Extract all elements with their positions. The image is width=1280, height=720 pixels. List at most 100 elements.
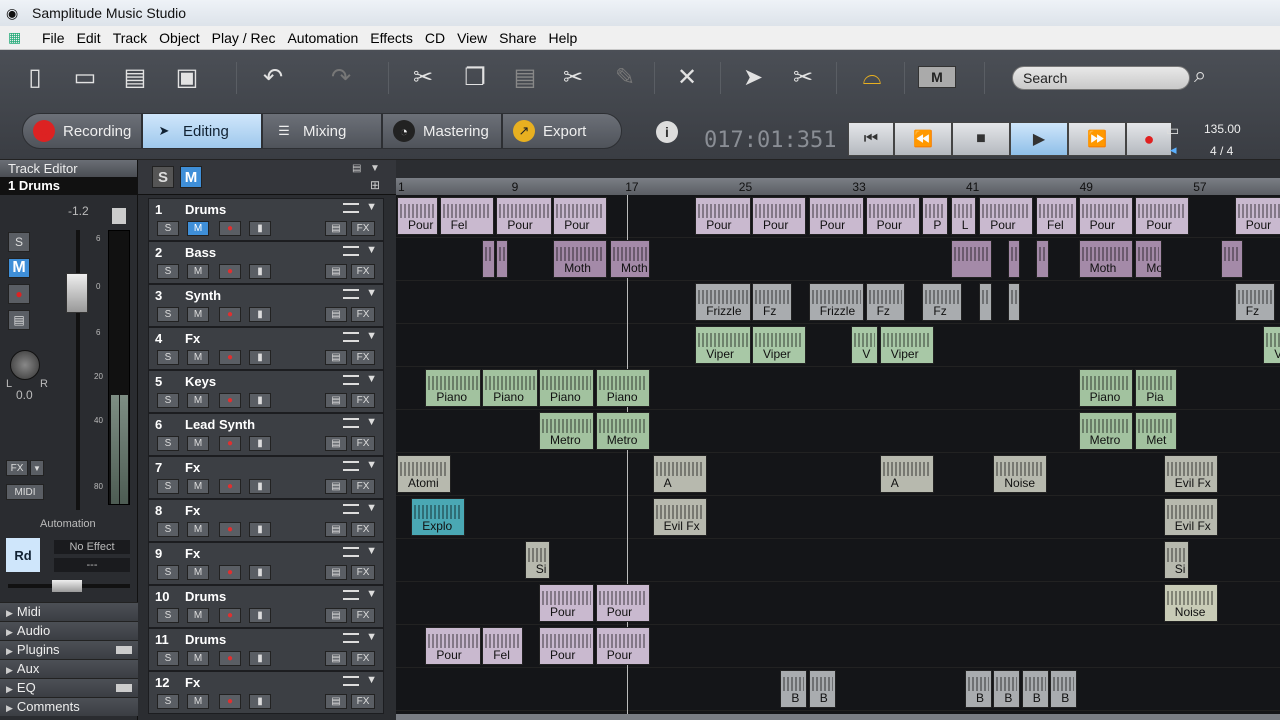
audio-clip[interactable]: Fel	[1036, 197, 1078, 235]
audio-clip[interactable]	[1036, 240, 1049, 278]
pan-knob[interactable]	[10, 350, 40, 380]
track-solo-button[interactable]: S	[157, 221, 179, 236]
track-menu-icon[interactable]: ▼	[366, 502, 377, 514]
track-solo-button[interactable]: S	[157, 479, 179, 494]
undo-icon[interactable]: ↶	[256, 60, 290, 94]
track-record-icon[interactable]: ●	[219, 651, 241, 666]
audio-clip[interactable]: A	[879, 455, 934, 493]
menu-edit[interactable]: Edit	[71, 27, 107, 49]
track-record-icon[interactable]: ●	[219, 565, 241, 580]
track-monitor-icon[interactable]: ▮	[249, 565, 271, 580]
track-mute-button[interactable]: M	[187, 393, 209, 408]
section-aux[interactable]: ▶ Aux	[0, 659, 138, 678]
split-icon[interactable]: ✂	[556, 60, 590, 94]
mute-button[interactable]: M	[8, 258, 30, 278]
audio-clip[interactable]: Evil Fx	[1163, 455, 1218, 493]
effect-slot-1[interactable]: No Effect	[54, 540, 130, 554]
section-comments[interactable]: ▶ Comments	[0, 697, 138, 716]
track-solo-button[interactable]: S	[157, 436, 179, 451]
audio-clip[interactable]	[979, 283, 992, 321]
track-menu-icon[interactable]: ▼	[366, 459, 377, 471]
track-record-icon[interactable]: ●	[219, 350, 241, 365]
pointer-tool-icon[interactable]: ➤	[736, 60, 770, 94]
track-fx-button[interactable]: FX	[351, 436, 375, 451]
track-lock-icon[interactable]: ▤	[325, 307, 347, 322]
track-mute-button[interactable]: M	[187, 221, 209, 236]
menu-object[interactable]: Object	[153, 27, 205, 49]
track-lane[interactable]	[396, 625, 1280, 668]
track-row[interactable]: 8 Fx ▼ S M ● ▮ ▤ FX	[148, 499, 384, 542]
track-name[interactable]: Lead Synth	[185, 417, 255, 432]
track-row[interactable]: 4 Fx ▼ S M ● ▮ ▤ FX	[148, 327, 384, 370]
audio-clip[interactable]: Pour	[752, 197, 806, 235]
volume-fader-handle[interactable]	[66, 273, 88, 313]
track-record-icon[interactable]: ●	[219, 264, 241, 279]
open-folder-icon[interactable]: ▭	[68, 60, 102, 94]
track-monitor-icon[interactable]: ▮	[249, 694, 271, 709]
track-lock-icon[interactable]: ▤	[325, 522, 347, 537]
audio-clip[interactable]: Pour	[979, 197, 1034, 235]
track-solo-button[interactable]: S	[157, 565, 179, 580]
track-fx-button[interactable]: FX	[351, 307, 375, 322]
audio-clip[interactable]: Fz	[1234, 283, 1275, 321]
track-record-icon[interactable]: ●	[219, 307, 241, 322]
audio-clip[interactable]: Si	[1163, 541, 1190, 579]
audio-clip[interactable]: Metro	[1078, 412, 1133, 450]
track-row[interactable]: 10 Drums ▼ S M ● ▮ ▤ FX	[148, 585, 384, 628]
monitor-icon[interactable]: ▭	[1166, 122, 1179, 139]
audio-clip[interactable]: Pour	[397, 197, 439, 235]
track-row[interactable]: 11 Drums ▼ S M ● ▮ ▤ FX	[148, 628, 384, 671]
audio-clip[interactable]: Noise	[993, 455, 1048, 493]
audio-clip[interactable]: Met	[1135, 412, 1177, 450]
track-mute-button[interactable]: M	[187, 436, 209, 451]
track-monitor-icon[interactable]: ▮	[249, 350, 271, 365]
stop-icon[interactable]: ■	[952, 122, 1010, 156]
audio-clip[interactable]: Pour	[425, 627, 481, 665]
section-plugins[interactable]: ▶ Plugins	[0, 640, 138, 659]
track-fx-button[interactable]: FX	[351, 694, 375, 709]
track-lock-icon[interactable]: ▤	[325, 221, 347, 236]
audio-clip[interactable]: Viper	[752, 326, 806, 364]
track-row[interactable]: 5 Keys ▼ S M ● ▮ ▤ FX	[148, 370, 384, 413]
track-solo-button[interactable]: S	[157, 608, 179, 623]
track-lock-icon[interactable]: ▤	[325, 479, 347, 494]
time-signature-display[interactable]: 4 / 4	[1210, 144, 1233, 158]
audio-clip[interactable]: Pour	[595, 627, 650, 665]
tab-recording[interactable]: ● Recording	[22, 113, 142, 149]
track-mute-button[interactable]: M	[187, 522, 209, 537]
track-solo-button[interactable]: S	[157, 350, 179, 365]
audio-clip[interactable]: B	[1050, 670, 1078, 708]
track-mute-button[interactable]: M	[187, 479, 209, 494]
track-record-icon[interactable]: ●	[219, 479, 241, 494]
audio-clip[interactable]: Pia	[1135, 369, 1177, 407]
track-name[interactable]: Drums	[185, 202, 226, 217]
track-monitor-icon[interactable]: ▮	[249, 608, 271, 623]
menu-view[interactable]: View	[451, 27, 493, 49]
audio-clip[interactable]: Metro	[595, 412, 650, 450]
track-monitor-icon[interactable]: ▮	[249, 393, 271, 408]
track-monitor-icon[interactable]: ▮	[249, 221, 271, 236]
track-height-icon[interactable]	[343, 289, 359, 299]
menu-logo-icon[interactable]: ▦	[8, 29, 30, 47]
menu-track[interactable]: Track	[107, 27, 153, 49]
track-height-icon[interactable]	[343, 676, 359, 686]
track-lock-icon[interactable]: ▤	[325, 608, 347, 623]
track-height-icon[interactable]	[343, 418, 359, 428]
track-record-icon[interactable]: ●	[219, 608, 241, 623]
audio-clip[interactable]: A	[652, 455, 707, 493]
automation-slider-handle[interactable]	[52, 580, 82, 592]
track-monitor-icon[interactable]: ▮	[249, 651, 271, 666]
audio-clip[interactable]: Piano	[539, 369, 595, 407]
track-fx-button[interactable]: FX	[351, 393, 375, 408]
section-midi[interactable]: ▶ Midi	[0, 602, 138, 621]
track-fx-button[interactable]: FX	[351, 522, 375, 537]
track-lock-icon[interactable]: ▤	[325, 565, 347, 580]
audio-clip[interactable]: Evil Fx	[652, 498, 707, 536]
track-record-icon[interactable]: ●	[219, 436, 241, 451]
menu-cd[interactable]: CD	[419, 27, 451, 49]
track-editor-track-select[interactable]: 1 Drums	[0, 177, 137, 195]
audio-clip[interactable]: Explo	[411, 498, 466, 536]
track-row[interactable]: 3 Synth ▼ S M ● ▮ ▤ FX	[148, 284, 384, 327]
redo-icon[interactable]: ↷	[324, 60, 358, 94]
audio-clip[interactable]: V	[851, 326, 879, 364]
